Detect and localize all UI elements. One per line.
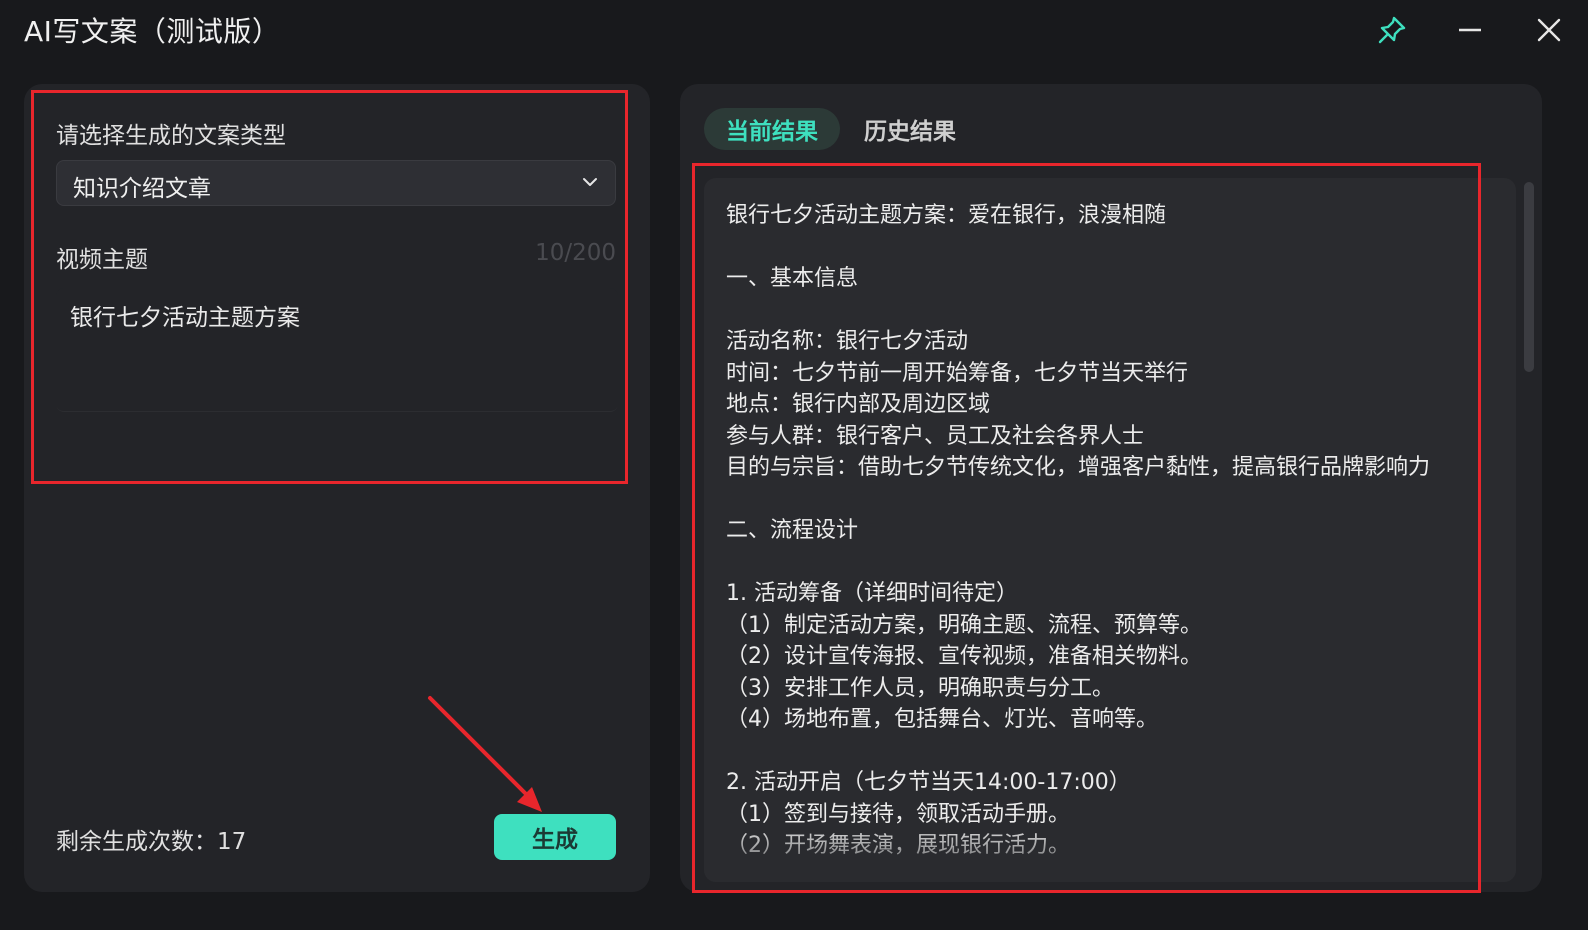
type-select[interactable]: 知识介绍文章	[56, 160, 616, 206]
remaining-count: 剩余生成次数：17	[56, 829, 247, 855]
generate-button[interactable]: 生成	[494, 814, 616, 860]
result-text: 银行七夕活动主题方案：爱在银行，浪漫相随 一、基本信息活动名称：银行七夕活动时间：…	[726, 200, 1500, 862]
ai-copywriting-window: AI写文案（测试版） 请选择生成的文案类型 知识介绍文章 视频主题 10/200…	[0, 0, 1588, 930]
result-line: 目的与宗旨：借助七夕节传统文化，增强客户黏性，提高银行品牌影响力	[726, 455, 1431, 480]
result-line: （1）制定活动方案，明确主题、流程、预算等。	[726, 612, 1202, 638]
pin-icon	[1378, 16, 1406, 44]
result-line	[726, 547, 1500, 579]
result-line: 银行七夕活动主题方案：爱在银行，浪漫相随	[726, 203, 1167, 228]
topic-label: 视频主题	[56, 247, 148, 273]
tab-history-result[interactable]: 历史结果	[846, 108, 974, 150]
result-line: （2）设计宣传海报、宣传视频，准备相关物料。	[726, 644, 1202, 669]
result-line: （3）安排工作人员，明确职责与分工。	[726, 675, 1114, 701]
result-line: 一、基本信息	[726, 266, 859, 291]
annotation-arrow	[428, 696, 542, 812]
result-line	[726, 484, 1500, 516]
title-bar: AI写文案（测试版）	[0, 0, 1588, 62]
result-line: 参与人群：银行客户、员工及社会各界人士	[726, 423, 1145, 449]
result-line: 1. 活动筹备（详细时间待定）	[726, 581, 1018, 606]
result-content: 银行七夕活动主题方案：爱在银行，浪漫相随 一、基本信息活动名称：银行七夕活动时间：…	[704, 178, 1516, 882]
result-line: 地点：银行内部及周边区域	[726, 392, 991, 417]
result-line	[726, 232, 1500, 264]
result-line: 2. 活动开启（七夕节当天14:00-17:00）	[726, 770, 1131, 795]
result-line	[726, 736, 1500, 768]
close-button[interactable]	[1527, 8, 1571, 52]
window-title: AI写文案（测试版）	[24, 15, 281, 48]
result-line	[726, 295, 1500, 327]
topic-char-counter: 10/200	[535, 240, 616, 266]
minimize-button[interactable]	[1448, 8, 1492, 52]
result-line: 时间：七夕节前一周开始筹备，七夕节当天举行	[726, 360, 1189, 386]
tab-current-result[interactable]: 当前结果	[704, 108, 840, 150]
pin-button[interactable]	[1370, 8, 1414, 52]
result-line: 活动名称：银行七夕活动	[726, 329, 969, 354]
type-select-value: 知识介绍文章	[73, 176, 211, 202]
type-label: 请选择生成的文案类型	[56, 123, 286, 149]
result-scrollbar[interactable]	[1524, 182, 1534, 372]
result-line: （4）场地布置，包括舞台、灯光、音响等。	[726, 707, 1158, 732]
result-fade	[704, 822, 1516, 882]
close-icon	[1537, 18, 1561, 42]
minimize-icon	[1459, 28, 1481, 32]
result-line: 二、流程设计	[726, 518, 859, 543]
topic-input[interactable]: 银行七夕活动主题方案	[56, 288, 618, 412]
chevron-down-icon	[583, 178, 597, 186]
